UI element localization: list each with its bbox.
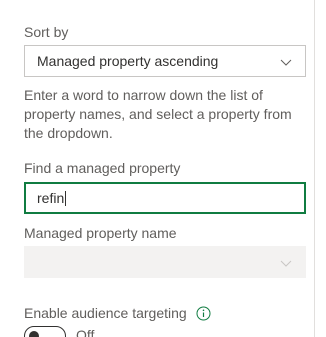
toggle-state-text: Off (76, 327, 95, 337)
chevron-down-icon (280, 59, 292, 66)
find-property-label: Find a managed property (24, 160, 181, 176)
audience-targeting-label: Enable audience targeting (24, 305, 187, 321)
toggle-thumb (29, 331, 39, 337)
audience-targeting-toggle[interactable] (24, 326, 66, 337)
help-text: Enter a word to narrow down the list of … (24, 87, 292, 141)
chevron-down-icon (280, 260, 292, 267)
property-name-dropdown[interactable] (24, 246, 306, 278)
find-property-value-wrapper: refin (37, 190, 67, 206)
property-name-label: Managed property name (24, 225, 177, 241)
settings-panel: Sort by Managed property ascending Enter… (0, 0, 326, 337)
text-caret (65, 191, 67, 206)
find-property-value: refin (37, 190, 65, 206)
sort-by-dropdown[interactable]: Managed property ascending (24, 45, 306, 77)
info-icon[interactable] (196, 306, 211, 321)
sort-by-label: Sort by (24, 24, 69, 40)
find-property-input[interactable]: refin (24, 182, 306, 214)
panel-divider (314, 0, 315, 337)
sort-by-selected-value: Managed property ascending (37, 53, 219, 69)
